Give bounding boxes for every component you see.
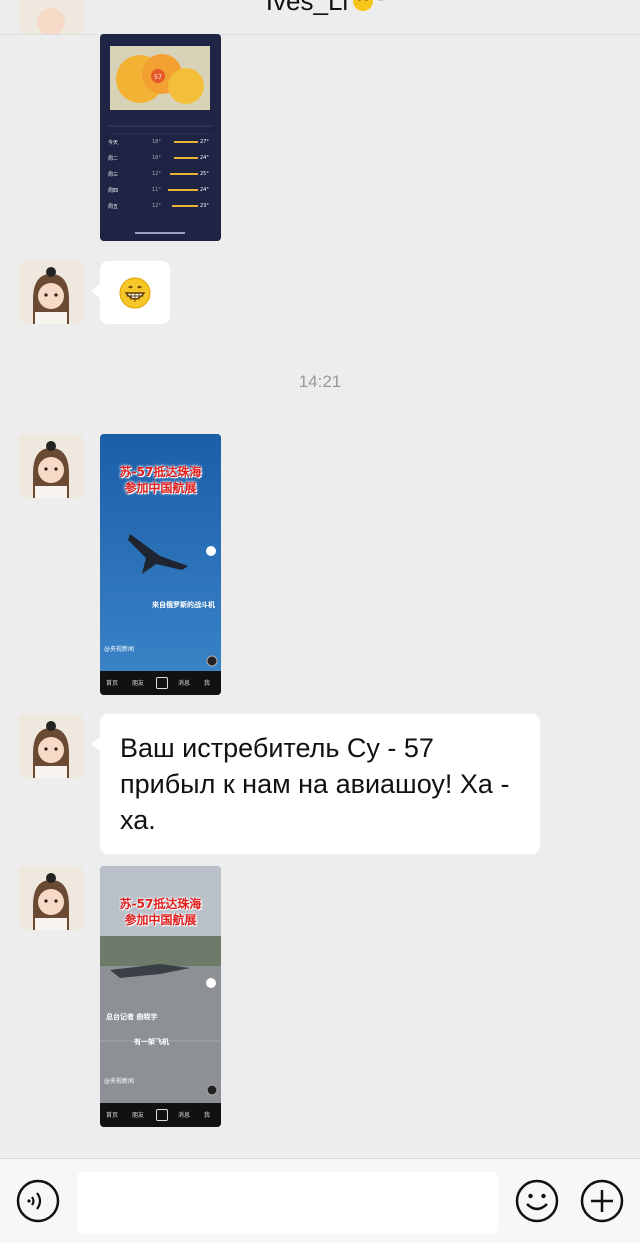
svg-text:57: 57 <box>154 74 162 81</box>
tab-label: 消息 <box>178 678 190 687</box>
message-input[interactable] <box>77 1172 498 1234</box>
forecast-day: 周五 <box>108 203 118 210</box>
message-text: Ваш истребитель Су - 57 прибыл к нам на … <box>120 730 520 838</box>
contact-avatar[interactable] <box>19 434 83 498</box>
forecast-row: 今天 18° 27° <box>100 134 221 150</box>
forecast-low: 12° <box>152 171 161 177</box>
weather-screenshot-message[interactable]: 57 今天 18° 27° 周二 16° 24° 周三 12° 25° 周四 1… <box>100 34 221 241</box>
contact-name: Ives_Li <box>266 0 348 16</box>
video-screenshot-message[interactable]: 苏-57抵达珠海 参加中国航展 总台记者 曲晓宇 有一架飞机 @央视新闻 首页 … <box>100 866 221 1127</box>
contact-name-emoji-icon <box>352 0 374 19</box>
message-timestamp: 14:21 <box>0 372 640 392</box>
video-headline: 苏-57抵达珠海 参加中国航展 <box>100 896 221 928</box>
grinning-face-icon <box>119 277 151 309</box>
tab-label: 消息 <box>178 1110 190 1119</box>
temp-range-bar <box>168 189 198 191</box>
forecast-row: 周三 12° 25° <box>100 166 221 182</box>
forecast-row: 周五 12° 23° <box>100 198 221 214</box>
video-headline: 苏-57抵达珠海 参加中国航展 <box>100 464 221 496</box>
forecast-row: 周四 11° 24° <box>100 182 221 198</box>
video-caption: 有一架飞机 <box>134 1037 169 1047</box>
video-caption: 总台记者 曲晓宇 <box>106 1012 157 1022</box>
temp-range-bar <box>172 205 198 207</box>
video-caption: 来自俄罗斯的战斗机 <box>152 600 215 610</box>
contact-avatar[interactable] <box>19 0 83 34</box>
headline-line-1: 苏-57抵达珠海 <box>100 464 221 480</box>
tab-label: 我 <box>204 678 210 687</box>
text-message-bubble[interactable]: Ваш истребитель Су - 57 прибыл к нам на … <box>100 714 540 854</box>
forecast-day: 今天 <box>108 139 118 146</box>
forecast-row: 周二 16° 24° <box>100 150 221 166</box>
tab-label: 朋友 <box>132 678 144 687</box>
chat-input-bar <box>0 1158 640 1243</box>
tab-label: 首页 <box>106 1110 118 1119</box>
forecast-high: 24° <box>200 155 209 161</box>
temp-range-bar <box>170 173 198 175</box>
forecast-low: 12° <box>152 203 161 209</box>
emoji-message-bubble[interactable] <box>100 261 170 324</box>
contact-avatar[interactable] <box>19 714 83 778</box>
forecast-low: 16° <box>152 155 161 161</box>
forecast-low: 11° <box>152 187 161 193</box>
forecast-high: 23° <box>200 203 209 209</box>
headline-line-1: 苏-57抵达珠海 <box>100 896 221 912</box>
headline-line-2: 参加中国航展 <box>100 912 221 928</box>
header-counter: 6 <box>376 0 385 6</box>
smiley-icon[interactable] <box>515 1179 559 1223</box>
add-icon <box>156 1109 168 1121</box>
video-account: @央视新闻 <box>104 1076 134 1085</box>
voice-icon[interactable] <box>16 1179 60 1223</box>
tab-label: 朋友 <box>132 1110 144 1119</box>
forecast-low: 18° <box>152 139 161 145</box>
video-account: @央视新闻 <box>104 644 134 653</box>
chat-title: Ives_Li <box>0 0 640 19</box>
video-app-tabbar: 首页 朋友 消息 我 <box>100 1103 221 1127</box>
add-icon <box>156 677 168 689</box>
headline-line-2: 参加中国航展 <box>100 480 221 496</box>
video-screenshot-message[interactable]: 苏-57抵达珠海 参加中国航展 来自俄罗斯的战斗机 @央视新闻 首页 朋友 消息… <box>100 434 221 695</box>
forecast-high: 25° <box>200 171 209 177</box>
tab-label: 首页 <box>106 678 118 687</box>
forecast-day: 周三 <box>108 171 118 178</box>
forecast-day: 周二 <box>108 155 118 162</box>
forecast-high: 24° <box>200 187 209 193</box>
temp-range-bar <box>174 157 198 159</box>
tab-label: 我 <box>204 1110 210 1119</box>
forecast-day: 周四 <box>108 187 118 194</box>
temp-range-bar <box>174 141 198 143</box>
chat-header: Ives_Li 6 <box>0 0 640 35</box>
plus-icon[interactable] <box>580 1179 624 1223</box>
contact-avatar[interactable] <box>19 260 83 324</box>
forecast-high: 27° <box>200 139 209 145</box>
video-app-tabbar: 首页 朋友 消息 我 <box>100 671 221 695</box>
contact-avatar[interactable] <box>19 866 83 930</box>
